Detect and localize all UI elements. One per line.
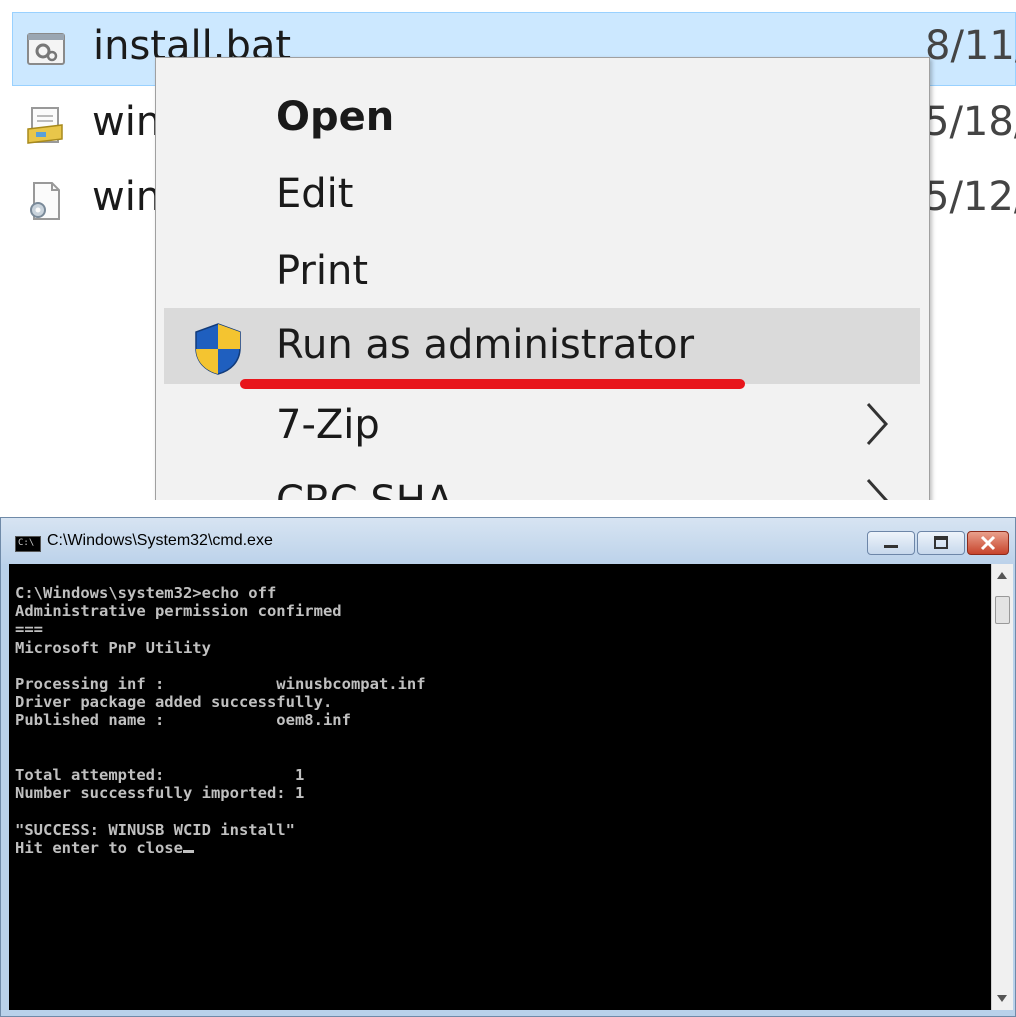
file-name: win [92,174,162,220]
uac-shield-icon [195,323,241,375]
chevron-right-icon [866,402,889,446]
setup-information-file-icon [27,107,63,144]
menu-item-run-as-administrator[interactable]: Run as administrator [164,308,920,384]
file-date: 5/18/ [924,99,1016,145]
menu-item-label: Run as administrator [276,322,695,368]
menu-item-label: Edit [276,171,354,217]
red-highlight-underline [240,379,745,389]
maximize-button[interactable] [917,531,965,555]
batch-file-icon [27,33,65,65]
console-output: C:\Windows\system32>echo off Administrat… [15,584,426,857]
file-name: win [92,99,162,145]
minimize-icon [884,545,898,548]
scroll-down-arrow-icon[interactable] [997,995,1007,1002]
console-text-container: C:\Windows\system32>echo off Administrat… [15,584,426,857]
menu-item-label: Print [276,248,369,294]
menu-item-open[interactable]: Open [164,80,920,156]
system-file-icon [30,182,60,220]
maximize-icon [934,536,948,549]
console-output-area[interactable]: C:\Windows\system32>echo off Administrat… [9,564,991,1010]
console-cursor [182,849,194,853]
scroll-up-arrow-icon[interactable] [997,572,1007,579]
file-explorer: install.bat 8/11/ win 5/18/ win 5/12/ Op… [0,0,1016,500]
menu-item-label: Open [276,94,395,140]
cmd-titlebar[interactable]: C:\ C:\Windows\System32\cmd.exe [1,518,1015,564]
file-date: 5/12/ [924,174,1016,220]
window-title: C:\Windows\System32\cmd.exe [47,532,273,549]
menu-item-label: CRC SHA [276,478,453,500]
scrollbar-thumb[interactable] [995,596,1010,624]
menu-item-label: 7-Zip [276,402,380,448]
close-icon [980,535,996,551]
vertical-scrollbar[interactable] [991,564,1013,1010]
console-icon-label: C:\ [18,538,35,548]
chevron-right-icon [866,478,889,500]
context-menu: Open Edit Print Run as administrator 7-Z… [155,57,930,500]
menu-item-edit[interactable]: Edit [164,157,920,233]
cmd-window: C:\ C:\Windows\System32\cmd.exe C:\Windo… [0,517,1016,1017]
close-button[interactable] [967,531,1009,555]
menu-item-print[interactable]: Print [164,234,920,310]
console-icon: C:\ [15,536,41,552]
menu-item-7zip[interactable]: 7-Zip [164,388,920,464]
file-date: 8/11/ [925,23,1016,69]
minimize-button[interactable] [867,531,915,555]
menu-item-crc-sha[interactable]: CRC SHA [164,464,920,500]
